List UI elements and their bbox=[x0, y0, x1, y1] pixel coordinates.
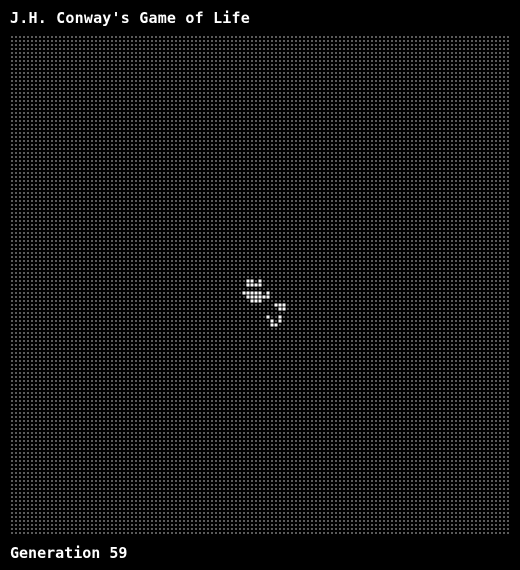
live-cell[interactable] bbox=[254, 295, 258, 299]
live-cell[interactable] bbox=[258, 279, 262, 283]
live-cell[interactable] bbox=[266, 315, 270, 319]
cell-grid[interactable] bbox=[10, 35, 510, 535]
live-cell[interactable] bbox=[242, 291, 246, 295]
live-cell[interactable] bbox=[258, 283, 262, 287]
live-cell[interactable] bbox=[246, 295, 250, 299]
live-cell[interactable] bbox=[274, 303, 278, 307]
live-cell[interactable] bbox=[254, 283, 258, 287]
live-cell[interactable] bbox=[282, 307, 286, 311]
live-cell[interactable] bbox=[250, 295, 254, 299]
live-cell[interactable] bbox=[254, 299, 258, 303]
live-cell[interactable] bbox=[250, 299, 254, 303]
live-cell[interactable] bbox=[258, 299, 262, 303]
live-cell[interactable] bbox=[274, 323, 278, 327]
live-cell[interactable] bbox=[266, 291, 270, 295]
live-cell[interactable] bbox=[258, 291, 262, 295]
live-cell[interactable] bbox=[246, 283, 250, 287]
live-cell[interactable] bbox=[282, 303, 286, 307]
live-cell[interactable] bbox=[278, 319, 282, 323]
live-cell[interactable] bbox=[246, 291, 250, 295]
live-cell[interactable] bbox=[250, 283, 254, 287]
live-cell[interactable] bbox=[266, 295, 270, 299]
generation-counter: Generation 59 bbox=[10, 544, 128, 562]
live-cell[interactable] bbox=[254, 291, 258, 295]
live-cell[interactable] bbox=[262, 295, 266, 299]
app-title: J.H. Conway's Game of Life bbox=[10, 9, 250, 27]
live-cell[interactable] bbox=[250, 279, 254, 283]
live-cell[interactable] bbox=[246, 279, 250, 283]
live-cell[interactable] bbox=[270, 323, 274, 327]
live-cell[interactable] bbox=[270, 319, 274, 323]
game-of-life-app: J.H. Conway's Game of Life Generation 59 bbox=[0, 0, 520, 570]
live-cell[interactable] bbox=[278, 303, 282, 307]
live-cell[interactable] bbox=[278, 307, 282, 311]
life-board[interactable] bbox=[10, 35, 510, 535]
live-cell[interactable] bbox=[250, 291, 254, 295]
live-cell[interactable] bbox=[258, 295, 262, 299]
live-cell[interactable] bbox=[278, 315, 282, 319]
